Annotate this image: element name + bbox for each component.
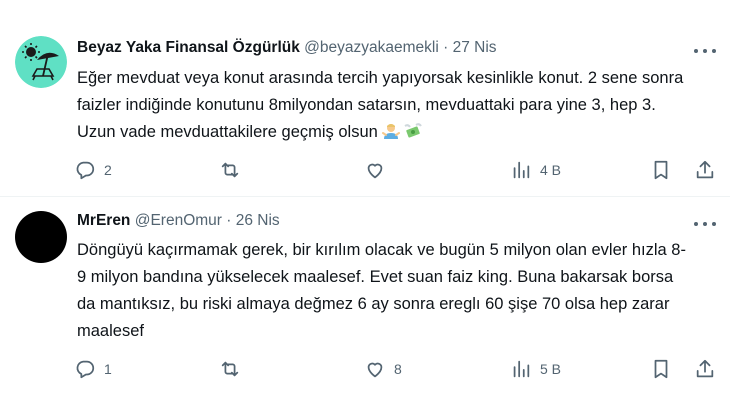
tweet[interactable]: Beyaz Yaka Finansal Özgürlük @beyazyakae… (0, 0, 730, 197)
tweet-text-block: Eğer mevduat veya konut arasında tercih … (77, 65, 690, 149)
tweet-actions: 1 8 5 B (74, 357, 716, 381)
tweet-actions: 2 4 B (74, 158, 716, 182)
reply-icon (76, 161, 95, 180)
share-button[interactable] (694, 158, 716, 182)
reply-button[interactable]: 1 (74, 357, 112, 381)
retweet-icon (221, 361, 239, 377)
more-options-icon[interactable] (694, 43, 716, 59)
money-with-wings-emoji (404, 122, 422, 149)
tweet[interactable]: MrEren @ErenOmur · 26 Nis Döngüyü kaçırm… (0, 197, 730, 420)
more-options-icon[interactable] (694, 216, 716, 232)
author-handle[interactable]: @ErenOmur (135, 212, 222, 229)
reply-icon (76, 360, 95, 379)
reply-count: 1 (104, 361, 112, 377)
tweet-date[interactable]: 27 Nis (453, 39, 497, 56)
retweet-button[interactable] (219, 357, 249, 381)
views-button[interactable]: 4 B (510, 158, 561, 182)
avatar[interactable] (15, 211, 67, 263)
share-button[interactable] (694, 357, 716, 381)
views-button[interactable]: 5 B (510, 357, 561, 381)
avatar[interactable] (15, 36, 67, 88)
tweet-header: Beyaz Yaka Finansal Özgürlük @beyazyakae… (77, 38, 497, 58)
like-button[interactable] (364, 158, 394, 182)
views-count: 5 B (540, 361, 562, 377)
beach-umbrella-avatar-icon (15, 36, 67, 88)
views-icon (513, 161, 530, 179)
views-count: 4 B (540, 162, 562, 178)
bookmark-icon (654, 160, 668, 180)
views-icon (513, 360, 530, 378)
retweet-icon (221, 162, 239, 178)
heart-icon (367, 362, 383, 378)
like-button[interactable]: 8 (364, 357, 402, 381)
bookmark-icon (654, 359, 668, 379)
like-count: 8 (394, 361, 402, 377)
tweet-text: Eğer mevduat veya konut arasında tercih … (77, 69, 684, 141)
author-name[interactable]: MrEren (77, 212, 130, 229)
retweet-button[interactable] (219, 158, 249, 182)
author-handle[interactable]: @beyazyakaemekli (304, 39, 439, 56)
reply-count: 2 (104, 162, 112, 178)
share-icon (696, 359, 714, 378)
tweet-header: MrEren @ErenOmur · 26 Nis (77, 211, 280, 231)
share-icon (696, 160, 714, 179)
reply-button[interactable]: 2 (74, 158, 112, 182)
bookmark-button[interactable] (650, 158, 672, 182)
tweet-date[interactable]: 26 Nis (236, 212, 280, 229)
bookmark-button[interactable] (650, 357, 672, 381)
man-shrugging-emoji (381, 122, 400, 149)
separator-dot: · (443, 39, 449, 56)
heart-icon (367, 163, 383, 179)
separator-dot: · (226, 212, 232, 229)
tweet-text: Döngüyü kaçırmamak gerek, bir kırılım ol… (77, 241, 686, 340)
author-name[interactable]: Beyaz Yaka Finansal Özgürlük (77, 39, 300, 56)
